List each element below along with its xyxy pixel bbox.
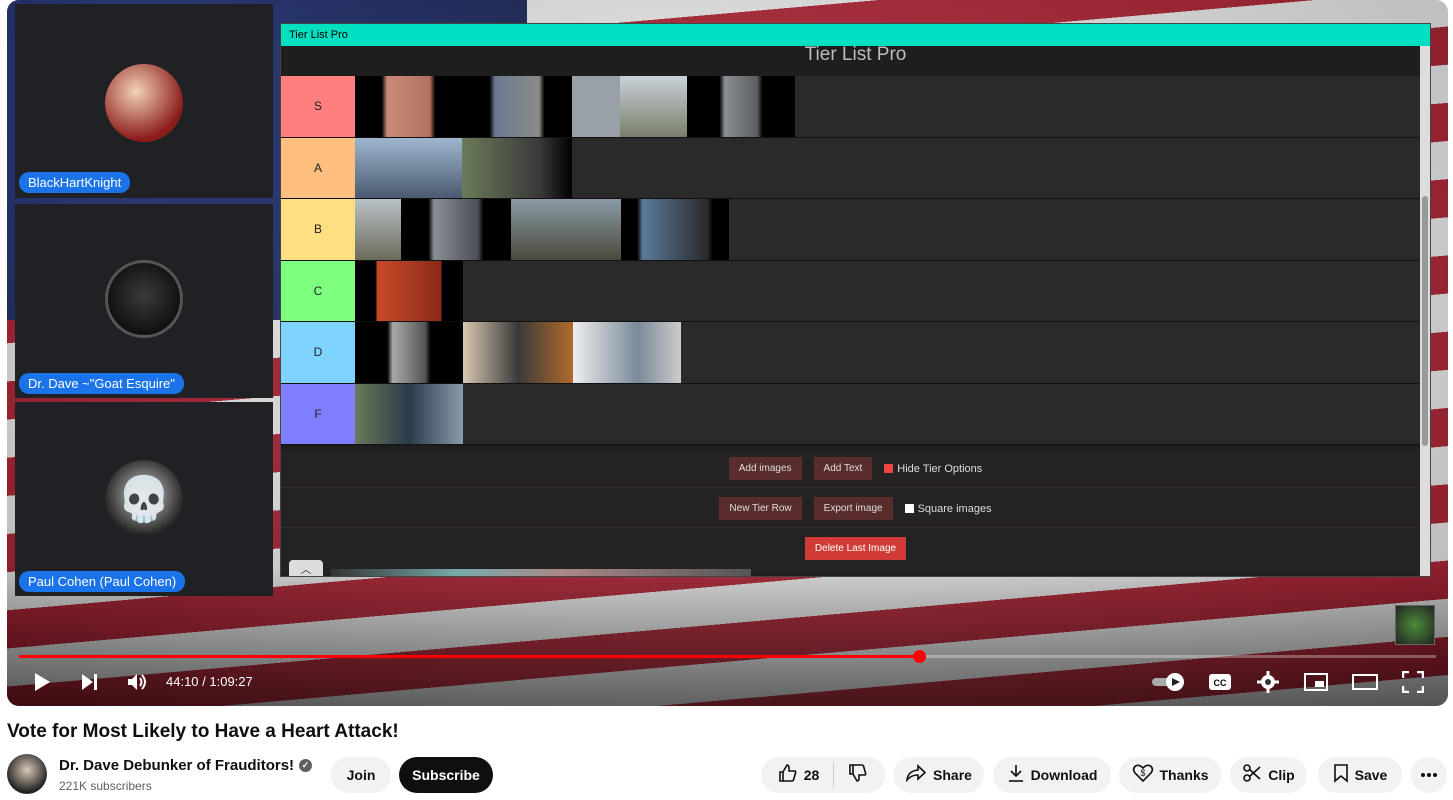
participant-name: Paul Cohen (Paul Cohen): [19, 571, 186, 592]
tier-label[interactable]: D: [281, 322, 355, 383]
participant-tile: BlackHartKnight: [15, 4, 273, 198]
tier-label[interactable]: S: [281, 76, 355, 137]
captions-icon[interactable]: CC: [1206, 670, 1234, 694]
progress-bar[interactable]: [19, 650, 1436, 663]
channel-watermark[interactable]: [1395, 605, 1435, 645]
app-heading: Tier List Pro: [804, 44, 907, 65]
volume-icon[interactable]: [123, 670, 153, 694]
hide-tier-options-checkbox[interactable]: Hide Tier Options: [884, 463, 982, 475]
tier-image[interactable]: [511, 199, 621, 260]
tier-image[interactable]: [620, 76, 687, 137]
fullscreen-icon[interactable]: [1399, 668, 1427, 696]
scissors-icon: [1242, 763, 1262, 788]
participant-tile: Dr. Dave ~"Goat Esquire": [15, 204, 273, 398]
tier-list-app-window: Tier List Pro Tier List Pro S A B C D F …: [280, 23, 1431, 577]
participant-name: BlackHartKnight: [19, 172, 131, 193]
tier-row-a: A: [281, 137, 1429, 199]
tier-image[interactable]: [355, 260, 463, 321]
tier-controls: Add images Add Text Hide Tier Options Ne…: [281, 450, 1430, 574]
participant-avatar: [105, 64, 183, 142]
tier-image[interactable]: [462, 137, 572, 198]
heart-dollar-icon: $: [1132, 763, 1154, 788]
share-arrow-icon: [905, 763, 927, 787]
tier-image[interactable]: [355, 199, 401, 260]
tier-image[interactable]: [355, 137, 462, 198]
scrubber-handle[interactable]: [912, 650, 926, 663]
image-tray: [331, 569, 751, 576]
tier-row-d: D: [281, 322, 1429, 384]
save-button[interactable]: Save: [1318, 757, 1402, 793]
tier-row-s: S: [281, 76, 1429, 138]
export-image-button[interactable]: Export image: [813, 497, 893, 520]
add-images-button[interactable]: Add images: [728, 457, 802, 480]
add-text-button[interactable]: Add Text: [813, 457, 873, 480]
channel-avatar[interactable]: [7, 754, 47, 794]
thumbs-up-icon[interactable]: [778, 763, 798, 788]
chevron-up-icon[interactable]: ︿: [289, 560, 323, 576]
download-button[interactable]: Download: [993, 757, 1111, 793]
thanks-button[interactable]: $ Thanks: [1119, 757, 1221, 793]
verified-check-icon: ✓: [299, 759, 313, 772]
scrollbar[interactable]: [1420, 46, 1430, 576]
tier-rows: S A B C D F: [281, 76, 1429, 445]
tier-row-f: F: [281, 383, 1429, 445]
app-titlebar: Tier List Pro: [281, 24, 1430, 46]
bookmark-icon: [1333, 763, 1349, 788]
tier-label[interactable]: B: [281, 199, 355, 260]
thumbs-down-icon[interactable]: [848, 763, 868, 788]
time-display: 44:10 / 1:09:27: [166, 674, 253, 689]
tier-image[interactable]: [463, 322, 573, 383]
tier-row-b: B: [281, 199, 1429, 261]
next-icon[interactable]: [77, 670, 103, 694]
download-icon: [1007, 763, 1025, 788]
checkbox-unchecked-icon[interactable]: [904, 504, 914, 513]
subscribe-button[interactable]: Subscribe: [399, 757, 493, 793]
tier-image[interactable]: [573, 322, 681, 383]
tier-label[interactable]: C: [281, 260, 355, 321]
tier-image[interactable]: [687, 76, 795, 137]
progress-played: [19, 655, 919, 658]
new-tier-row-button[interactable]: New Tier Row: [719, 497, 802, 520]
channel-name[interactable]: Dr. Dave Debunker of Frauditors! ✓: [59, 757, 313, 774]
more-options-icon[interactable]: [1411, 757, 1447, 793]
clip-button[interactable]: Clip: [1230, 757, 1307, 793]
tier-label[interactable]: F: [281, 383, 355, 444]
subscriber-count: 221K subscribers: [59, 779, 152, 793]
tier-row-c: C: [281, 260, 1429, 322]
checkbox-checked-icon[interactable]: [884, 464, 894, 473]
play-icon[interactable]: [29, 670, 55, 694]
video-title: Vote for Most Likely to Have a Heart Att…: [7, 721, 399, 742]
tier-image[interactable]: [355, 76, 462, 137]
video-player[interactable]: BlackHartKnight Dr. Dave ~"Goat Esquire"…: [7, 0, 1448, 706]
like-dislike-group: 28: [761, 757, 885, 793]
participant-avatar: [105, 260, 183, 338]
share-button[interactable]: Share: [893, 757, 984, 793]
participant-avatar: 💀: [105, 460, 183, 538]
participant-tile: 💀 Paul Cohen (Paul Cohen): [15, 402, 273, 596]
svg-text:$: $: [1140, 768, 1145, 778]
tier-image[interactable]: [621, 199, 729, 260]
like-count[interactable]: 28: [804, 767, 820, 783]
tier-image[interactable]: [401, 199, 511, 260]
miniplayer-icon[interactable]: [1302, 670, 1330, 694]
svg-text:CC: CC: [1214, 678, 1227, 688]
tier-image[interactable]: [462, 76, 572, 137]
square-images-checkbox[interactable]: Square images: [904, 503, 992, 515]
join-button[interactable]: Join: [331, 757, 391, 793]
tier-image[interactable]: [355, 322, 463, 383]
delete-last-image-button[interactable]: Delete Last Image: [804, 536, 907, 560]
tier-image[interactable]: [572, 76, 620, 137]
autoplay-toggle-icon[interactable]: [1150, 670, 1188, 694]
participant-name: Dr. Dave ~"Goat Esquire": [19, 373, 184, 394]
tier-image[interactable]: [355, 383, 463, 444]
tier-label[interactable]: A: [281, 137, 355, 198]
settings-gear-icon[interactable]: [1254, 668, 1282, 696]
theater-mode-icon[interactable]: [1350, 670, 1380, 694]
